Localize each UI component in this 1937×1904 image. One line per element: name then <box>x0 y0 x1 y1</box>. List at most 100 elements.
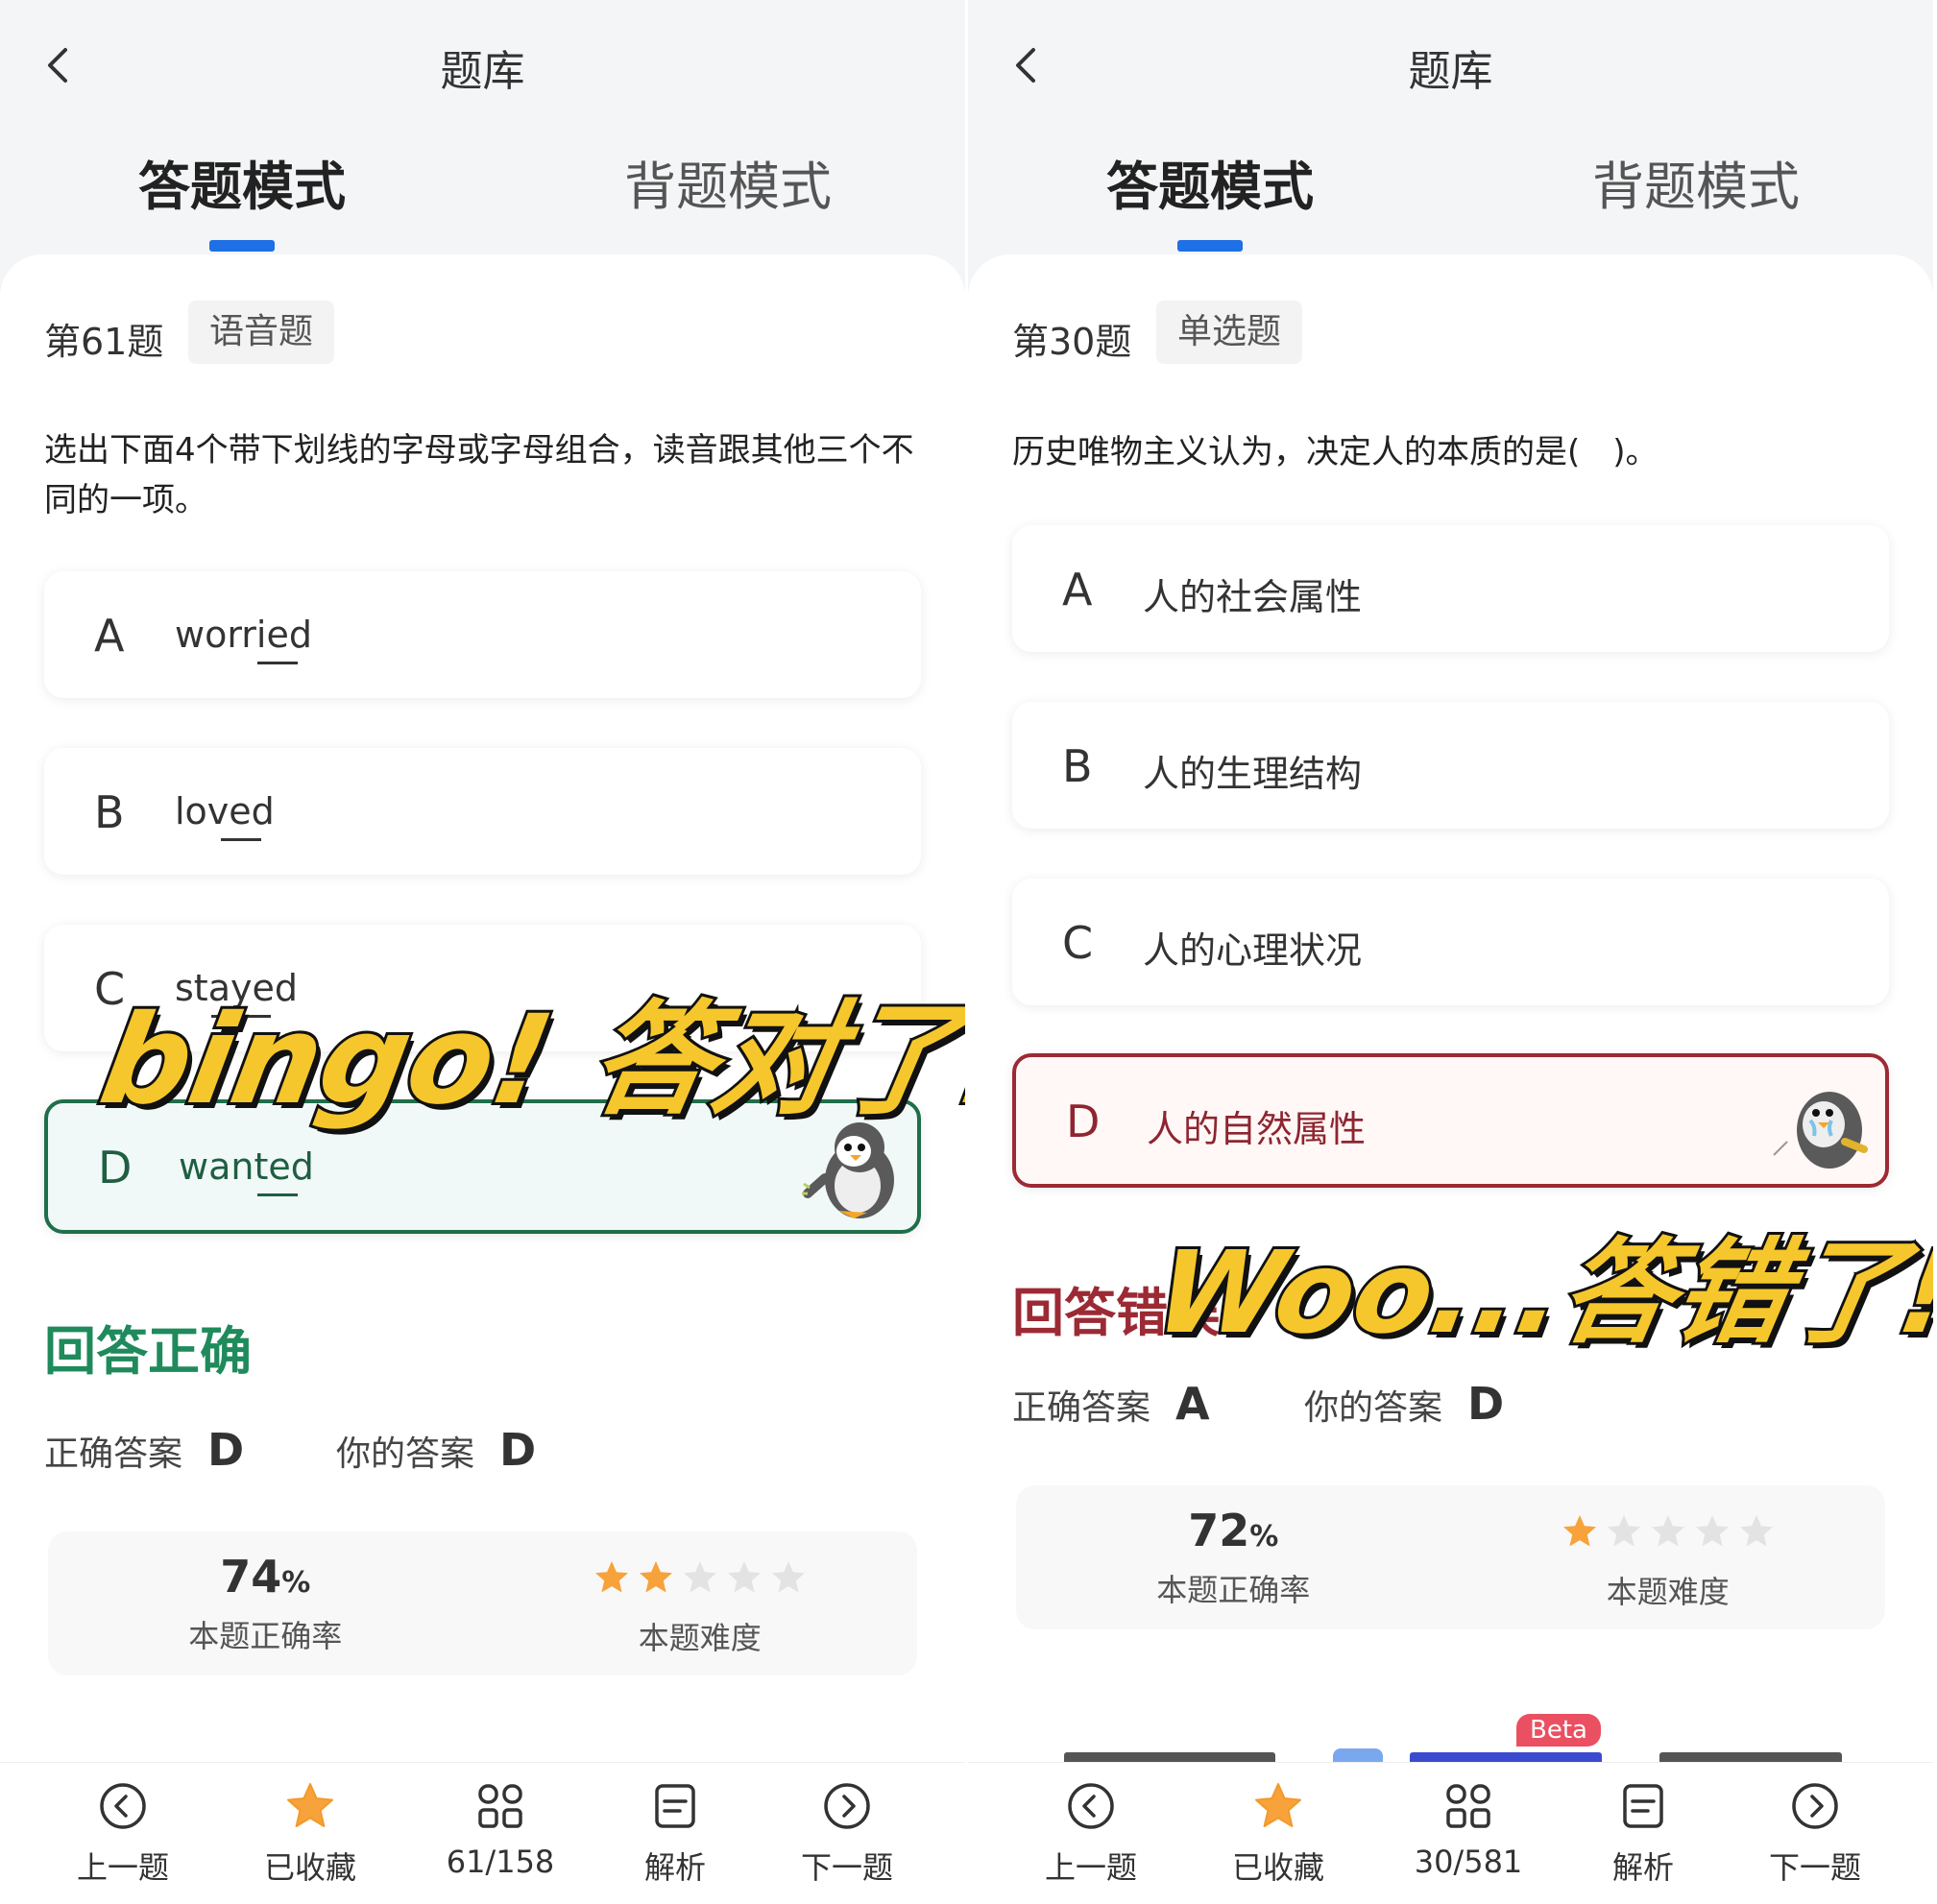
accuracy-stat: 72% 本题正确率 <box>1016 1505 1451 1610</box>
tab-indicator <box>1177 240 1243 252</box>
difficulty-stars <box>483 1551 918 1604</box>
difficulty-stat: 本题难度 <box>1451 1505 1886 1612</box>
stats-box: 74% 本题正确率 本题难度 <box>48 1531 917 1675</box>
top-bar: 题库 <box>0 0 965 125</box>
option-text: 人的心理状况 <box>1143 929 1363 972</box>
circle-arrow-right-icon <box>1792 1783 1838 1829</box>
tab-label: 背题模式 <box>1592 157 1800 217</box>
nav-label: 解析 <box>1611 1849 1674 1886</box>
option-text: 人的生理结构 <box>1143 753 1363 795</box>
tab-memorize-mode[interactable]: 背题模式 <box>1552 144 1840 220</box>
tab-memorize-mode[interactable]: 背题模式 <box>584 144 872 220</box>
option-letter: B <box>94 786 125 838</box>
option-d[interactable]: D 人的自然属性 <box>1012 1053 1889 1188</box>
document-icon <box>655 1784 695 1828</box>
accuracy-stat: 74% 本题正确率 <box>48 1551 483 1656</box>
star-empty-icon <box>1651 1515 1684 1547</box>
circle-arrow-right-icon <box>824 1783 870 1829</box>
option-b[interactable]: B loved <box>44 748 921 875</box>
nav-label: 已收藏 <box>1231 1849 1324 1886</box>
tab-answer-mode[interactable]: 答题模式 <box>98 144 386 252</box>
your-answer-value: D <box>1467 1378 1505 1430</box>
bottom-nav: 上一题 已收藏 61/158 解析 下一题 <box>0 1762 965 1904</box>
question-type-badge: 语音题 <box>188 301 335 364</box>
your-answer-label: 你的答案 <box>336 1434 475 1474</box>
circle-arrow-left-icon <box>1068 1783 1114 1829</box>
option-a[interactable]: A 人的社会属性 <box>1012 525 1889 652</box>
star-empty-icon <box>1695 1515 1729 1547</box>
star-filled-icon <box>594 1561 628 1593</box>
your-answer-row: 你的答案 D <box>1304 1378 1504 1430</box>
tab-label: 答题模式 <box>138 157 346 217</box>
tab-label: 答题模式 <box>1106 157 1314 217</box>
top-bar: 题库 <box>968 0 1933 125</box>
favorite-button[interactable]: 已收藏 <box>243 1780 377 1888</box>
tab-indicator <box>209 240 275 252</box>
prev-question-button[interactable]: 上一题 <box>56 1780 190 1888</box>
question-grid-button[interactable]: 61/158 <box>433 1780 568 1880</box>
tab-answer-mode[interactable]: 答题模式 <box>1066 144 1354 252</box>
difficulty-label: 本题难度 <box>1606 1574 1730 1610</box>
correct-answer-row: 正确答案 D <box>44 1424 244 1476</box>
truncated-text <box>1410 1752 1602 1762</box>
accuracy-value: 72 <box>1188 1505 1250 1556</box>
bottom-nav: 上一题 已收藏 30/581 解析 下一题 <box>968 1762 1933 1904</box>
nav-label: 上一题 <box>76 1849 169 1886</box>
result-title: 回答正确 <box>44 1321 252 1382</box>
accuracy-value: 74 <box>220 1551 282 1603</box>
star-filled-icon <box>287 1783 333 1827</box>
nav-label: 解析 <box>643 1849 706 1886</box>
option-a[interactable]: A worried <box>44 571 921 698</box>
grid-icon <box>478 1784 522 1828</box>
correct-answer-value: A <box>1175 1378 1210 1430</box>
star-filled-icon <box>1562 1515 1596 1547</box>
prev-question-button[interactable]: 上一题 <box>1024 1780 1158 1888</box>
question-text: 选出下面4个带下划线的字母或字母组合，读音跟其他三个不同的一项。 <box>44 431 914 519</box>
favorite-button[interactable]: 已收藏 <box>1211 1780 1345 1888</box>
document-icon <box>1623 1784 1663 1828</box>
accuracy-unit: % <box>1249 1520 1279 1554</box>
correct-answer-label: 正确答案 <box>1012 1388 1151 1428</box>
next-question-button[interactable]: 下一题 <box>780 1780 914 1888</box>
crying-penguin-mascot-icon <box>1773 1092 1868 1169</box>
star-empty-icon <box>727 1561 761 1593</box>
option-text: 人的社会属性 <box>1143 576 1363 618</box>
question-text: 历史唯物主义认为，决定人的本质的是( )。 <box>1012 433 1659 471</box>
analysis-button[interactable]: 解析 <box>608 1780 742 1888</box>
question-number: 第30题 <box>1012 321 1132 363</box>
mode-tabs: 答题模式 背题模式 <box>0 144 965 252</box>
difficulty-stars <box>1451 1505 1886 1558</box>
correct-answer-row: 正确答案 A <box>1012 1378 1210 1430</box>
truncated-text <box>1659 1752 1842 1762</box>
correct-answer-label: 正确答案 <box>44 1434 183 1474</box>
ai-icon <box>1333 1748 1383 1762</box>
nav-label: 下一题 <box>1768 1849 1861 1886</box>
option-letter: A <box>94 610 125 662</box>
grid-icon <box>1446 1784 1490 1828</box>
option-b[interactable]: B 人的生理结构 <box>1012 702 1889 829</box>
option-text: worried <box>175 614 312 656</box>
star-filled-icon <box>639 1561 672 1593</box>
next-question-button[interactable]: 下一题 <box>1748 1780 1882 1888</box>
beta-badge: Beta <box>1516 1714 1601 1747</box>
accuracy-label: 本题正确率 <box>1156 1572 1311 1608</box>
nav-label: 下一题 <box>800 1849 893 1886</box>
question-card: 第61题 语音题 选出下面4个带下划线的字母或字母组合，读音跟其他三个不同的一项… <box>0 254 965 1904</box>
cutoff-section-preview <box>1026 1743 1876 1762</box>
analysis-button[interactable]: 解析 <box>1576 1780 1710 1888</box>
accuracy-unit: % <box>281 1566 311 1600</box>
underline <box>221 838 261 841</box>
question-type-badge: 单选题 <box>1156 301 1303 364</box>
option-c[interactable]: C 人的心理状况 <box>1012 879 1889 1005</box>
tab-label: 背题模式 <box>624 157 832 217</box>
difficulty-stat: 本题难度 <box>483 1551 918 1658</box>
your-answer-value: D <box>499 1424 537 1476</box>
option-letter: D <box>98 1142 133 1193</box>
star-empty-icon <box>1607 1515 1640 1547</box>
star-empty-icon <box>1739 1515 1773 1547</box>
option-letter: B <box>1062 740 1093 792</box>
left-quiz-screen: 题库 答题模式 背题模式 第61题 语音题 选出下面4个带下划线的字母或字母组合… <box>0 0 965 1904</box>
underline <box>257 662 298 664</box>
question-grid-button[interactable]: 30/581 <box>1401 1780 1536 1880</box>
truncated-text <box>1064 1752 1275 1762</box>
